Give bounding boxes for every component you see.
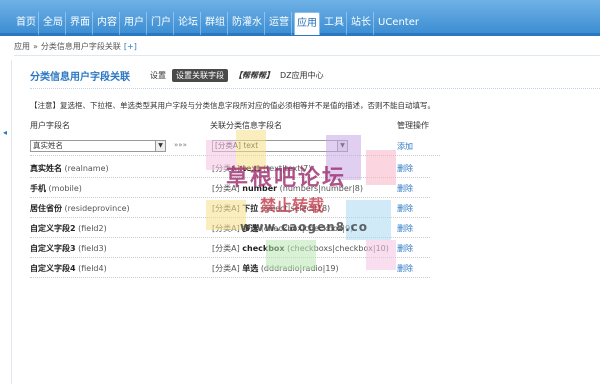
cat-field-detail: (dddradio|radio|19) <box>260 264 339 273</box>
breadcrumb-add-button[interactable]: [+] <box>124 42 137 51</box>
table-row: 自定义字段4 (field4) [分类A] 单选 (dddradio|radio|… <box>30 258 430 278</box>
breadcrumb-app[interactable]: 应用 <box>14 41 30 52</box>
delete-button[interactable]: 删除 <box>397 203 413 214</box>
cat-prefix: [分类A] <box>212 204 240 213</box>
delete-button[interactable]: 删除 <box>397 243 413 254</box>
user-field-name: 自定义字段3 <box>30 244 76 253</box>
nav-tab[interactable]: 论坛 <box>176 12 201 35</box>
user-field-name: 自定义字段2 <box>30 224 76 233</box>
user-field-select[interactable]: 真实姓名 ▼ <box>30 140 166 152</box>
user-field-name: 手机 <box>30 184 46 193</box>
breadcrumb: 应用 » 分类信息用户字段关联 [+] <box>14 38 600 56</box>
cat-prefix: [分类A] <box>212 264 240 273</box>
cat-field-name: 下拉 <box>242 204 259 213</box>
arrows-glyph: »»» <box>174 141 187 149</box>
cat-prefix: [分类A] <box>212 244 240 253</box>
header-ops: 管理操作 <box>397 121 429 130</box>
tab-app-center[interactable]: DZ应用中心 <box>280 70 324 81</box>
chevron-down-icon: ▼ <box>155 141 165 151</box>
notice-text: 【注意】复选框、下拉框、单选类型其用户字段与分类信息字段所对应的值必须相等并不是… <box>30 101 435 110</box>
cat-field-name: 单选 <box>242 264 259 273</box>
user-field-key: (field2) <box>78 224 107 233</box>
nav-tab[interactable]: 界面 <box>68 12 93 35</box>
nav-tab[interactable]: 防灌水 <box>230 12 265 35</box>
cat-field-select-value: [分类A] text <box>215 141 259 150</box>
title-row: 分类信息用户字段关联 设置 设置关联字段 【帮帮帮】 DZ应用中心 <box>30 68 330 83</box>
user-field-name: 居住省份 <box>30 204 62 213</box>
breadcrumb-sep: » <box>33 42 38 51</box>
table-row: 自定义字段2 (field2) [分类A] 多选 (checkbox|checkb… <box>30 218 430 238</box>
tab-relation[interactable]: 设置关联字段 <box>172 69 228 82</box>
add-button[interactable]: 添加 <box>397 141 413 152</box>
nav-tab[interactable]: 站长 <box>349 12 374 35</box>
watermark-line3: www.caogen8.co <box>240 220 369 234</box>
header-cat-field: 关联分类信息字段名 <box>210 121 282 130</box>
nav-tab[interactable]: 内容 <box>95 12 120 35</box>
user-field-select-value: 真实姓名 <box>33 141 63 150</box>
user-field-name: 自定义字段4 <box>30 264 76 273</box>
delete-button[interactable]: 删除 <box>397 263 413 274</box>
top-nav-bar: 首页 全局 界面 内容 用户 门户 论坛 群组 防灌水 运营 应用 工具 站长 UCenter <box>0 0 600 36</box>
nav-tab[interactable]: 全局 <box>41 12 66 35</box>
breadcrumb-current: 分类信息用户字段关联 <box>40 42 121 51</box>
nav-tab[interactable]: 应用 <box>294 12 320 35</box>
tab-settings[interactable]: 设置 <box>150 70 166 81</box>
chevron-down-icon: ▼ <box>337 141 347 151</box>
new-relation-row: 真实姓名 ▼ »»» [分类A] text ▼ 添加 <box>30 136 440 156</box>
nav-tab[interactable]: 用户 <box>122 12 147 35</box>
tab-help[interactable]: 【帮帮帮】 <box>234 70 274 81</box>
table-row: 自定义字段3 (field3) [分类A] checkbox (checkboxs… <box>30 238 430 258</box>
watermark-line1: 草根吧论坛 <box>226 166 347 191</box>
user-field-key: (realname) <box>64 164 109 173</box>
delete-button[interactable]: 删除 <box>397 183 413 194</box>
table-header: 用户字段名 关联分类信息字段名 管理操作 <box>30 120 600 134</box>
user-field-key: (field3) <box>78 244 107 253</box>
table-row: 居住省份 (resideprovince) [分类A] 下拉 (select|se… <box>30 198 430 218</box>
title-divider <box>30 88 600 89</box>
cat-field-name: checkbox <box>242 244 285 253</box>
user-field-name: 真实姓名 <box>30 164 62 173</box>
user-field-key: (field4) <box>78 264 107 273</box>
nav-tab[interactable]: 首页 <box>14 12 39 35</box>
cat-field-detail: (checkboxs|checkbox|10) <box>287 244 389 253</box>
watermark-line2: 禁止转载 <box>260 196 325 215</box>
cat-field-select[interactable]: [分类A] text ▼ <box>212 140 348 152</box>
delete-button[interactable]: 删除 <box>397 163 413 174</box>
nav-tab[interactable]: 运营 <box>267 12 292 35</box>
delete-button[interactable]: 删除 <box>397 223 413 234</box>
nav-tab[interactable]: 群组 <box>203 12 228 35</box>
page-title: 分类信息用户字段关联 <box>30 72 130 83</box>
nav-tab[interactable]: UCenter <box>376 12 421 35</box>
nav-tabs: 首页 全局 界面 内容 用户 门户 论坛 群组 防灌水 运营 应用 工具 站长 UCenter <box>14 12 423 35</box>
nav-tab[interactable]: 门户 <box>149 12 174 35</box>
user-field-key: (mobile) <box>48 184 82 193</box>
user-field-key: (resideprovince) <box>64 204 130 213</box>
cat-prefix: [分类A] <box>212 224 240 233</box>
left-panel-edge: ◂ <box>0 60 12 384</box>
collapse-arrow-icon[interactable]: ◂ <box>3 128 7 137</box>
header-user-field: 用户字段名 <box>30 121 70 130</box>
nav-tab[interactable]: 工具 <box>322 12 347 35</box>
